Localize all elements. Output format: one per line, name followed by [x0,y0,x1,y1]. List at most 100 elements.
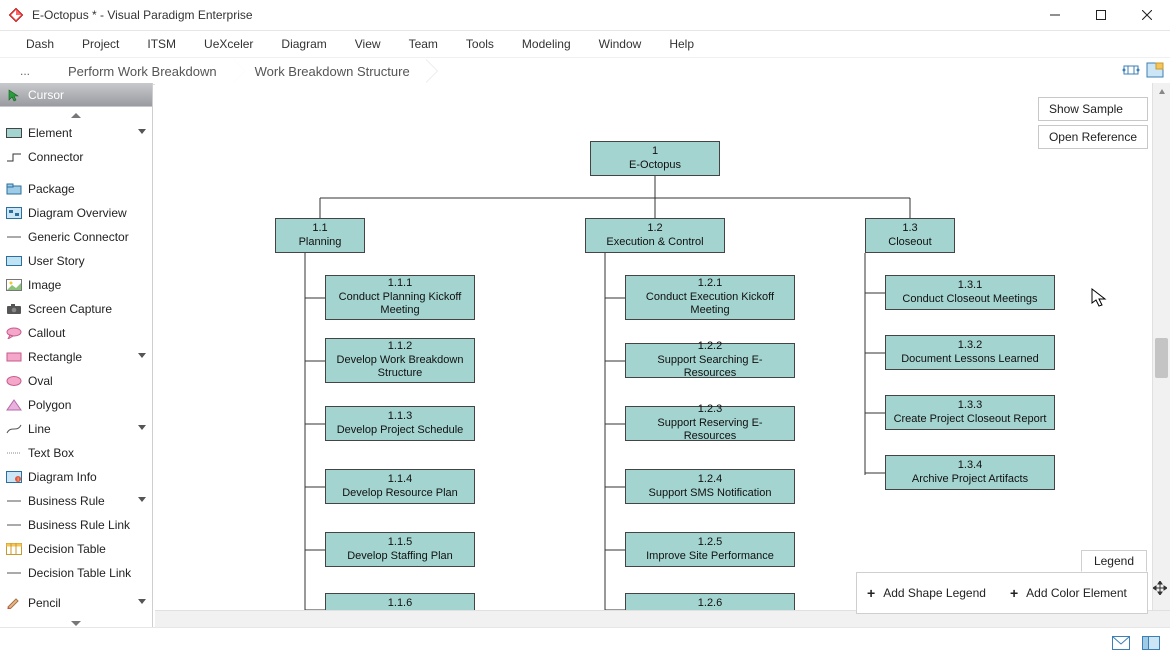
menu-diagram[interactable]: Diagram [267,33,340,55]
breadcrumb-item-1[interactable]: Perform Work Breakdown [46,59,233,83]
wbs-num: 1.2.1 [698,277,722,291]
tool-oval[interactable]: Oval [0,369,152,393]
tool-label: Generic Connector [28,230,129,244]
menu-view[interactable]: View [341,33,395,55]
tool-pencil[interactable]: Pencil [0,591,152,615]
tool-decision-table-link[interactable]: Decision Table Link [0,561,152,585]
wbs-name: Conduct Execution Kickoff Meeting [632,291,788,319]
wbs-node-1-3[interactable]: 1.3 Closeout [865,218,955,253]
status-bar [0,627,1170,658]
wbs-node-1-1-3[interactable]: 1.1.3 Develop Project Schedule [325,406,475,441]
diagram-canvas[interactable]: Show Sample Open Reference [155,83,1170,628]
wbs-num: 1.2.2 [698,340,722,354]
tool-user-story[interactable]: User Story [0,249,152,273]
wbs-node-1-1[interactable]: 1.1 Planning [275,218,365,253]
wbs-num: 1.2.5 [698,536,722,550]
menu-modeling[interactable]: Modeling [508,33,585,55]
show-sample-button[interactable]: Show Sample [1038,97,1148,121]
wbs-node-1-1-4[interactable]: 1.1.4 Develop Resource Plan [325,469,475,504]
vertical-scrollbar[interactable] [1152,83,1170,628]
mail-icon[interactable] [1112,636,1130,650]
wbs-name: Document Lessons Learned [901,353,1039,367]
tool-label: Connector [28,150,83,164]
menu-project[interactable]: Project [68,33,133,55]
menu-team[interactable]: Team [395,33,452,55]
wbs-name: Closeout [888,236,931,250]
diagram-info-icon: i [6,471,22,483]
tool-label: Diagram Overview [28,206,127,220]
tool-screen-capture[interactable]: Screen Capture [0,297,152,321]
tool-connector[interactable]: Connector [0,145,152,169]
tool-label: Oval [28,374,53,388]
window-layout-icon[interactable] [1142,636,1160,650]
tool-text-box[interactable]: Text Box [0,441,152,465]
tool-label: Element [28,126,72,140]
wbs-node-1-1-5[interactable]: 1.1.5 Develop Staffing Plan [325,532,475,567]
tool-package[interactable]: Package [0,177,152,201]
tool-diagram-overview[interactable]: Diagram Overview [0,201,152,225]
wbs-node-1-3-4[interactable]: 1.3.4 Archive Project Artifacts [885,455,1055,490]
tool-rectangle[interactable]: Rectangle [0,345,152,369]
tool-image[interactable]: Image [0,273,152,297]
package-icon [6,183,22,195]
tool-business-rule-link[interactable]: Business Rule Link [0,513,152,537]
window-title: E-Octopus * - Visual Paradigm Enterprise [32,8,253,22]
tool-line[interactable]: Line [0,417,152,441]
toolbar-layout-icon[interactable] [1122,61,1140,79]
tool-business-rule[interactable]: Business Rule [0,489,152,513]
open-reference-button[interactable]: Open Reference [1038,125,1148,149]
menu-itsm[interactable]: ITSM [133,33,190,55]
tool-label: Screen Capture [28,302,112,316]
tool-decision-table[interactable]: Decision Table [0,537,152,561]
wbs-node-1-2-1[interactable]: 1.2.1 Conduct Execution Kickoff Meeting [625,275,795,320]
tool-diagram-info[interactable]: i Diagram Info [0,465,152,489]
wbs-node-root[interactable]: 1 E-Octopus [590,141,720,176]
window-close-button[interactable] [1124,0,1170,30]
wbs-name: Conduct Planning Kickoff Meeting [332,291,468,319]
scroll-up-icon[interactable] [1153,83,1170,100]
window-maximize-button[interactable] [1078,0,1124,30]
tool-callout[interactable]: Callout [0,321,152,345]
breadcrumb-more[interactable]: ... [4,61,46,81]
menu-uexceler[interactable]: UeXceler [190,33,267,55]
menu-dash[interactable]: Dash [12,33,68,55]
tool-polygon[interactable]: Polygon [0,393,152,417]
wbs-node-1-3-3[interactable]: 1.3.3 Create Project Closeout Report [885,395,1055,430]
wbs-node-1-3-2[interactable]: 1.3.2 Document Lessons Learned [885,335,1055,370]
wbs-node-1-2[interactable]: 1.2 Execution & Control [585,218,725,253]
wbs-node-1-3-1[interactable]: 1.3.1 Conduct Closeout Meetings [885,275,1055,310]
legend-add-color[interactable]: + Add Color Element [1010,585,1127,601]
palette-collapse-up[interactable] [0,107,152,121]
wbs-num: 1.1 [312,222,327,236]
wbs-node-1-2-5[interactable]: 1.2.5 Improve Site Performance [625,532,795,567]
expand-icon [138,425,146,430]
tool-label: Package [28,182,75,196]
menu-help[interactable]: Help [655,33,708,55]
mouse-cursor-icon [1091,288,1107,308]
tool-generic-connector[interactable]: Generic Connector [0,225,152,249]
legend-tab[interactable]: Legend [1081,550,1147,572]
wbs-num: 1.2 [647,222,662,236]
wbs-num: 1.1.6 [388,597,412,611]
menu-window[interactable]: Window [585,33,656,55]
tool-element[interactable]: Element [0,121,152,145]
menu-tools[interactable]: Tools [452,33,508,55]
legend-label: Add Color Element [1026,586,1127,600]
menu-bar: Dash Project ITSM UeXceler Diagram View … [0,31,1170,58]
breadcrumb-item-2[interactable]: Work Breakdown Structure [233,59,426,83]
tool-cursor[interactable]: Cursor [0,83,152,107]
plus-icon: + [1010,585,1018,601]
legend-add-shape[interactable]: + Add Shape Legend [867,585,986,601]
wbs-num: 1.1.5 [388,536,412,550]
pan-handle-icon[interactable] [1152,580,1168,596]
wbs-node-1-2-2[interactable]: 1.2.2 Support Searching E-Resources [625,343,795,378]
wbs-node-1-1-2[interactable]: 1.1.2 Develop Work Breakdown Structure [325,338,475,383]
wbs-node-1-2-3[interactable]: 1.2.3 Support Reserving E-Resources [625,406,795,441]
toolbar-panel-icon[interactable] [1146,61,1164,79]
wbs-node-1-1-1[interactable]: 1.1.1 Conduct Planning Kickoff Meeting [325,275,475,320]
wbs-name: Develop Work Breakdown Structure [332,354,468,382]
wbs-name: Support Searching E-Resources [632,354,788,382]
scroll-thumb[interactable] [1155,338,1168,378]
window-minimize-button[interactable] [1032,0,1078,30]
wbs-node-1-2-4[interactable]: 1.2.4 Support SMS Notification [625,469,795,504]
